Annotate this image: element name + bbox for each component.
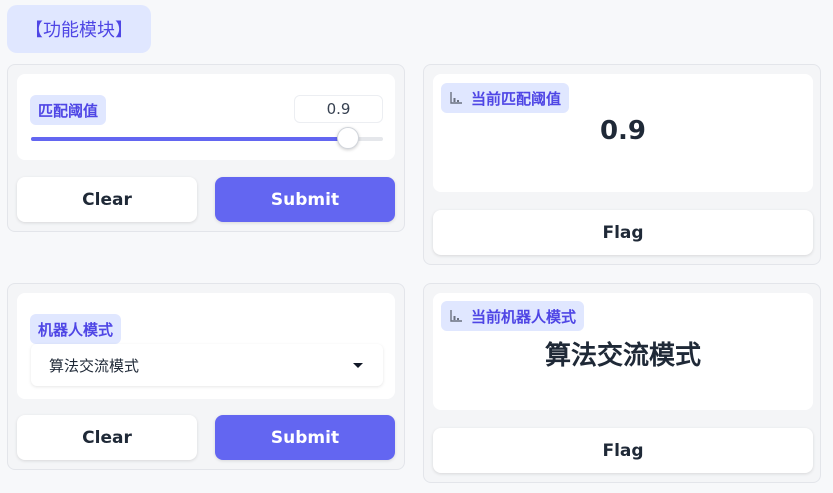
threshold-slider-fill xyxy=(31,137,348,141)
mode-label: 机器人模式 xyxy=(30,314,122,344)
threshold-submit-button[interactable]: Submit xyxy=(215,177,395,222)
mode-clear-button[interactable]: Clear xyxy=(17,415,197,460)
mode-output-panel: 当前机器人模式 算法交流模式 Flag xyxy=(423,283,821,483)
mode-select-card: 机器人模式 算法交流模式 xyxy=(17,293,395,399)
app-root: 【功能模块】 匹配阈值 0.9 Clear Submit 当前匹配阈值 0.9 … xyxy=(0,0,833,493)
current-threshold-value: 0.9 xyxy=(599,116,647,146)
current-threshold-label: 当前匹配阈值 xyxy=(441,83,570,113)
threshold-clear-button[interactable]: Clear xyxy=(17,177,197,222)
threshold-slider-card: 匹配阈值 0.9 xyxy=(17,74,395,160)
mode-submit-button[interactable]: Submit xyxy=(215,415,395,460)
threshold-output-panel: 当前匹配阈值 0.9 Flag xyxy=(423,64,821,265)
mode-dropdown[interactable]: 算法交流模式 xyxy=(31,344,383,386)
threshold-label: 匹配阈值 xyxy=(30,95,107,125)
threshold-output-card: 当前匹配阈值 0.9 xyxy=(433,74,813,192)
mode-dropdown-value: 算法交流模式 xyxy=(49,356,140,375)
threshold-flag-button[interactable]: Flag xyxy=(433,210,813,255)
chevron-down-icon xyxy=(353,362,363,368)
threshold-input-panel: 匹配阈值 0.9 Clear Submit xyxy=(7,64,405,232)
tab-function-module[interactable]: 【功能模块】 xyxy=(7,5,151,53)
threshold-slider-thumb[interactable] xyxy=(336,127,359,149)
threshold-slider[interactable] xyxy=(31,127,383,149)
current-threshold-label-text: 当前匹配阈值 xyxy=(471,89,562,108)
mode-output-card: 当前机器人模式 算法交流模式 xyxy=(433,293,813,410)
bar-chart-icon xyxy=(449,91,463,105)
mode-flag-button[interactable]: Flag xyxy=(433,428,813,473)
current-mode-label-text: 当前机器人模式 xyxy=(471,307,577,326)
mode-input-panel: 机器人模式 算法交流模式 Clear Submit xyxy=(7,283,405,470)
current-mode-value: 算法交流模式 xyxy=(544,341,701,371)
current-mode-label: 当前机器人模式 xyxy=(441,301,585,331)
threshold-number-input[interactable]: 0.9 xyxy=(294,95,383,123)
bar-chart-icon xyxy=(449,309,463,323)
